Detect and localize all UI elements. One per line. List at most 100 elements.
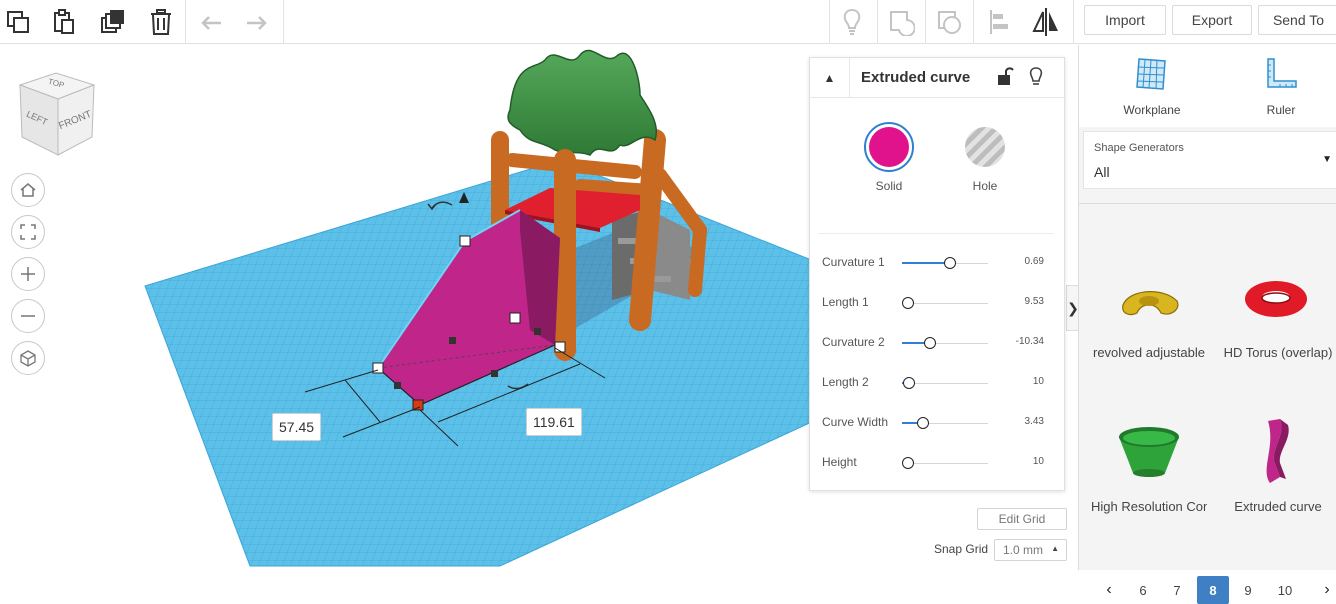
param-row[interactable]: Height 10 [822,453,1054,473]
page-button[interactable]: 7 [1161,576,1193,604]
panel-collapse-toggle[interactable]: ❯ [1066,285,1078,331]
ungroup-button[interactable] [932,0,966,44]
ruler-icon [1267,58,1297,88]
toolbar-divider [925,0,926,44]
lock-button[interactable] [996,66,1018,90]
torus-shape-icon [1245,281,1307,317]
light-button[interactable] [1028,66,1050,90]
align-button[interactable] [982,0,1016,44]
delete-button[interactable] [145,0,177,44]
mirror-icon [1032,8,1058,36]
solid-option[interactable]: Solid [864,122,914,193]
edit-grid-button[interactable]: Edit Grid [977,508,1067,530]
param-value[interactable]: 3.43 [1025,416,1044,427]
param-label: Curve Width [822,415,889,429]
caret-up-icon: ▲ [1051,544,1059,553]
prev-page-button[interactable]: ‹ [1093,576,1125,604]
param-row[interactable]: Curvature 1 0.69 [822,253,1054,273]
param-label: Curvature 1 [822,255,885,269]
view-cube[interactable]: TOP LEFT FRONT [14,71,98,161]
slider-handle[interactable] [924,337,936,349]
inspector-title: Extruded curve [861,69,971,86]
send-to-button[interactable]: Send To [1258,5,1336,35]
chevron-right-icon: ❯ [1067,299,1078,316]
page-button[interactable]: 10 [1269,576,1301,604]
param-label: Length 1 [822,295,869,309]
slider-handle[interactable] [903,377,915,389]
shape-generators-value: All [1094,164,1110,180]
fit-icon [20,224,36,240]
shapes-panel: Workplane Ruler Shape Generators All ▼ r… [1078,45,1336,604]
import-button[interactable]: Import [1084,5,1166,35]
shape-tile-hd-torus[interactable]: HD Torus (overlap) [1220,263,1336,363]
export-button[interactable]: Export [1172,5,1252,35]
slider-fill [902,342,924,344]
paste-button[interactable] [48,0,80,44]
slider-handle[interactable] [902,457,914,469]
shape-generators-caption: Shape Generators [1094,142,1184,154]
param-value[interactable]: -10.34 [1016,336,1044,347]
cube-icon [20,350,36,367]
lightbulb-icon [843,8,861,35]
param-value[interactable]: 10 [1033,376,1044,387]
duplicate-button[interactable] [96,0,130,44]
toolbar-divider [829,0,830,44]
param-row[interactable]: Length 1 9.53 [822,293,1054,313]
paste-icon [54,9,74,34]
fit-view-button[interactable] [11,215,45,249]
undo-button[interactable] [196,0,226,44]
zoom-in-button[interactable] [11,257,45,291]
page-button[interactable]: 9 [1232,576,1264,604]
slider-fill [902,262,944,264]
page-button[interactable]: 6 [1127,576,1159,604]
home-view-button[interactable] [11,173,45,207]
param-row[interactable]: Length 2 10 [822,373,1054,393]
slider-track[interactable] [902,303,988,304]
notes-button[interactable] [836,0,868,44]
leaves-shape[interactable] [507,49,657,156]
workplane-button[interactable]: Workplane [1107,55,1197,117]
current-page-button[interactable]: 8 [1197,576,1229,604]
trash-icon [151,9,171,35]
param-value[interactable]: 9.53 [1025,296,1044,307]
redo-button[interactable] [242,0,272,44]
param-value[interactable]: 0.69 [1025,256,1044,267]
slider-handle[interactable] [902,297,914,309]
shape-tile-revolved[interactable]: revolved adjustable [1091,263,1207,363]
next-page-button[interactable]: › [1311,576,1336,604]
slider-track[interactable] [902,463,988,464]
ruler-label: Ruler [1266,103,1296,117]
ungroup-icon [938,11,961,34]
cone-shape-icon [1119,427,1179,477]
slider-handle[interactable] [944,257,956,269]
param-label: Length 2 [822,375,869,389]
param-label: Height [822,455,857,469]
param-label: Curvature 2 [822,335,885,349]
width-dimension-input[interactable]: 57.45 [272,413,322,441]
solid-label: Solid [875,179,903,193]
copy-button[interactable] [0,0,36,44]
plus-icon [21,267,35,281]
param-value[interactable]: 10 [1033,456,1044,467]
revolved-shape-icon [1122,291,1179,316]
zoom-out-button[interactable] [11,299,45,333]
slider-handle[interactable] [917,417,929,429]
chevron-right-icon: › [1324,581,1330,598]
param-row[interactable]: Curve Width 3.43 [822,413,1054,433]
perspective-button[interactable] [11,341,45,375]
param-row[interactable]: Curvature 2 -10.34 [822,333,1054,353]
minus-icon [21,315,35,317]
group-button[interactable] [884,0,918,44]
shape-tile-extruded-curve[interactable]: Extruded curve [1220,413,1336,514]
length-dimension-input[interactable]: 119.61 [526,408,582,436]
unlock-icon [998,67,1014,85]
collapse-inspector-button[interactable]: ▲ [810,58,850,98]
shape-inspector: ▲ Extruded curve Solid Hole Curvature 1 0… [809,57,1066,491]
hole-option[interactable]: Hole [960,122,1010,193]
mirror-button[interactable] [1028,0,1064,44]
shape-generators-dropdown[interactable]: Shape Generators All ▼ [1083,131,1336,189]
toolbar-divider [973,0,974,44]
ruler-button[interactable]: Ruler [1236,55,1326,117]
shape-tile-hr-cone[interactable]: High Resolution Cone [1091,413,1207,514]
snap-grid-select[interactable]: 1.0 mm ▲ [994,539,1067,561]
